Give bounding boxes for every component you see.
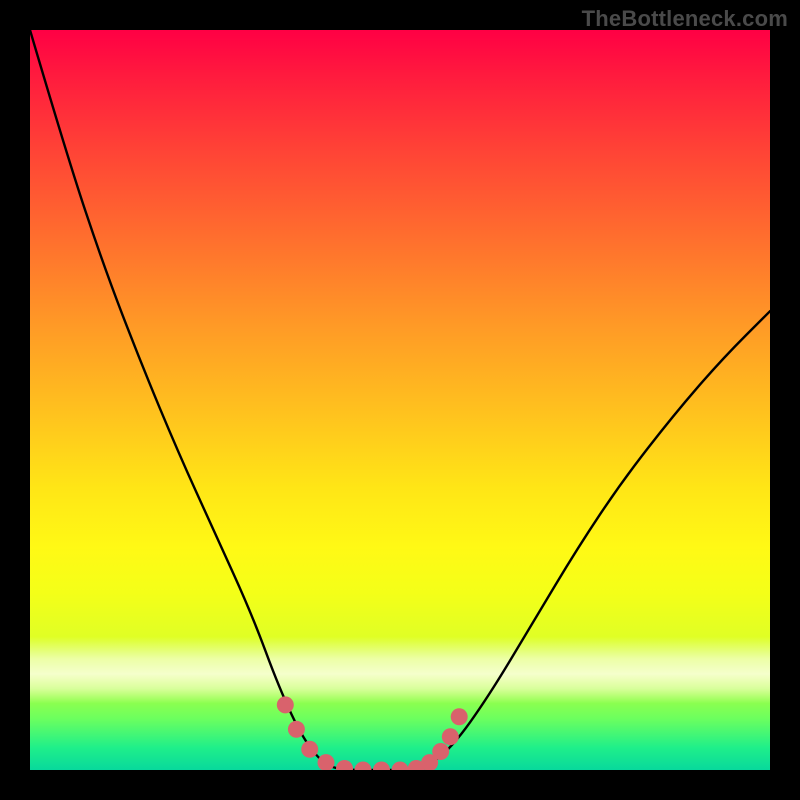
- chart-svg: [30, 30, 770, 770]
- highlight-dot: [288, 721, 305, 738]
- highlight-dot: [442, 728, 459, 745]
- highlight-dot: [373, 762, 390, 771]
- highlight-dot: [301, 741, 318, 758]
- curve-path: [30, 30, 770, 770]
- highlight-dots: [277, 696, 468, 770]
- watermark-label: TheBottleneck.com: [582, 6, 788, 32]
- highlight-dot: [451, 708, 468, 725]
- highlight-dot: [318, 754, 335, 770]
- chart-frame: TheBottleneck.com: [0, 0, 800, 800]
- highlight-dot: [277, 696, 294, 713]
- highlight-dot: [392, 762, 409, 771]
- highlight-dot: [336, 760, 353, 770]
- highlight-dot: [432, 743, 449, 760]
- plot-area: [30, 30, 770, 770]
- highlight-dot: [355, 762, 372, 771]
- bottleneck-curve: [30, 30, 770, 770]
